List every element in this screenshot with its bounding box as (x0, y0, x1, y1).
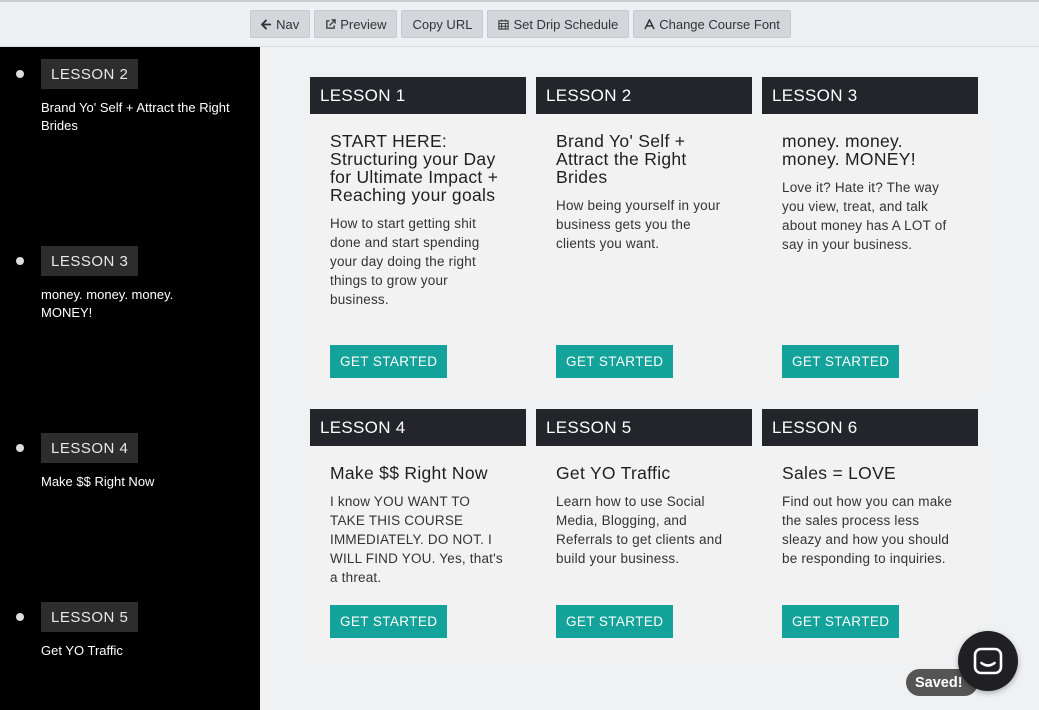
sidebar-lesson-title: Get YO Traffic (41, 643, 123, 658)
lesson-card-description: How to start getting shit done and start… (330, 216, 480, 307)
preview-label: Preview (340, 16, 387, 32)
lesson-card-description: I know YOU WANT TO TAKE THIS COURSE IMME… (330, 494, 503, 585)
sidebar-lesson-title: money. money. money. MONEY! (41, 287, 174, 320)
bullet-icon (16, 70, 24, 78)
lesson-card-header: LESSON 1 (310, 77, 526, 114)
sidebar-lesson-badge: LESSON 4 (41, 433, 139, 463)
get-started-button[interactable]: GET STARTED (556, 605, 674, 638)
sidebar-lesson-badge: LESSON 2 (41, 59, 139, 89)
drip-label: Set Drip Schedule (513, 16, 619, 32)
arrow-left-icon (261, 18, 272, 30)
bullet-icon (16, 444, 24, 452)
change-course-font-button[interactable]: Change Course Font (633, 10, 791, 38)
lesson-card-title: Sales = LOVE (782, 463, 897, 483)
get-started-button[interactable]: GET STARTED (782, 345, 900, 378)
lesson-card-1: LESSON 1 START HERE: Structuring your Da… (310, 77, 526, 397)
sidebar-lesson-title: Brand Yo' Self + Attract the Right Bride… (41, 100, 230, 133)
lesson-card-title: START HERE: Structuring your Day for Ult… (330, 131, 499, 205)
lesson-card-header: LESSON 4 (310, 409, 526, 446)
font-icon (644, 18, 655, 29)
lesson-card-description: How being yourself in your business gets… (556, 198, 721, 251)
lesson-card-header: LESSON 2 (536, 77, 752, 114)
chat-bubble-icon (973, 647, 1003, 675)
external-link-icon (326, 18, 336, 29)
set-drip-schedule-button[interactable]: Set Drip Schedule (487, 10, 630, 38)
sidebar-lesson-badge: LESSON 3 (41, 246, 139, 276)
bullet-icon (16, 613, 24, 621)
lesson-card-description: Find out how you can make the sales proc… (782, 494, 953, 566)
lesson-card-6: LESSON 6 Sales = LOVE Find out how you c… (762, 409, 978, 659)
lesson-card-description: Learn how to use Social Media, Blogging,… (556, 494, 723, 566)
sidebar-lesson-title: Make $$ Right Now (41, 474, 155, 489)
nav-button[interactable]: Nav (250, 10, 311, 38)
get-started-button[interactable]: GET STARTED (330, 345, 448, 378)
copy-url-label: Copy URL (412, 16, 473, 32)
lesson-card-2: LESSON 2 Brand Yo' Self + Attract the Ri… (536, 77, 752, 397)
preview-button[interactable]: Preview (314, 10, 398, 38)
lesson-card-title: Get YO Traffic (556, 463, 671, 483)
lesson-card-3: LESSON 3 money. money. money. MONEY! Lov… (762, 77, 978, 397)
lesson-grid: LESSON 1 START HERE: Structuring your Da… (260, 47, 1039, 710)
get-started-button[interactable]: GET STARTED (782, 605, 900, 638)
nav-label: Nav (276, 16, 300, 32)
copy-url-button[interactable]: Copy URL (401, 10, 484, 38)
calendar-icon (498, 18, 510, 30)
lesson-card-5: LESSON 5 Get YO Traffic Learn how to use… (536, 409, 752, 659)
lesson-card-title: Brand Yo' Self + Attract the Right Bride… (556, 131, 687, 187)
get-started-button[interactable]: GET STARTED (330, 605, 448, 638)
lesson-card-header: LESSON 6 (762, 409, 978, 446)
top-toolbar: Nav Preview Copy URL Set Drip Schedule C… (0, 0, 1039, 47)
lesson-card-header: LESSON 3 (762, 77, 978, 114)
lesson-card-4: LESSON 4 Make $$ Right Now I know YOU WA… (310, 409, 526, 659)
font-label: Change Course Font (659, 16, 780, 32)
chat-launcher-button[interactable] (958, 631, 1018, 691)
lesson-card-header: LESSON 5 (536, 409, 752, 446)
bullet-icon (16, 257, 24, 265)
lesson-card-title: Make $$ Right Now (330, 463, 488, 483)
lesson-card-description: Love it? Hate it? The way you view, trea… (782, 180, 947, 252)
lesson-card-title: money. money. money. MONEY! (782, 131, 916, 169)
sidebar-lesson-badge: LESSON 5 (41, 602, 139, 632)
get-started-button[interactable]: GET STARTED (556, 345, 674, 378)
lesson-sidebar: LESSON 2 Brand Yo' Self + Attract the Ri… (0, 47, 260, 710)
